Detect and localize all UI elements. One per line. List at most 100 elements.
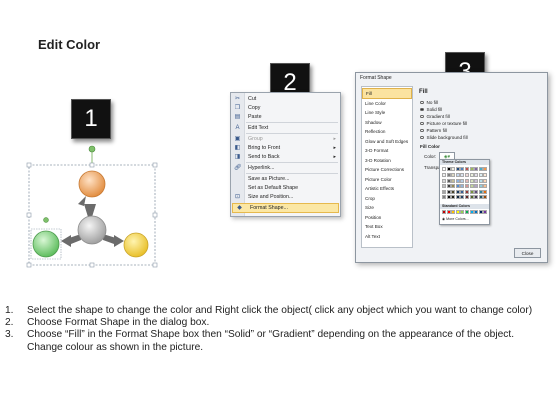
- right-circle: [123, 232, 149, 258]
- menu-item-group[interactable]: ▣ Group ▸: [231, 135, 340, 143]
- color-swatch[interactable]: [478, 178, 483, 183]
- category-fill[interactable]: Fill: [362, 88, 412, 99]
- color-swatch[interactable]: [442, 173, 446, 177]
- color-swatch[interactable]: [455, 173, 460, 177]
- theme-colors-label: Theme Colors: [440, 160, 489, 165]
- color-swatch[interactable]: [451, 178, 456, 183]
- color-swatch[interactable]: [478, 210, 483, 214]
- standard-colors-label: Standard Colors: [440, 204, 489, 209]
- color-swatch[interactable]: [465, 184, 469, 189]
- color-swatch[interactable]: [451, 210, 456, 214]
- color-swatch[interactable]: [465, 189, 469, 194]
- color-swatch[interactable]: [442, 167, 446, 171]
- color-swatch[interactable]: [469, 173, 474, 177]
- shape-diagram[interactable]: [20, 140, 165, 270]
- color-swatch[interactable]: [465, 178, 469, 183]
- color-swatch[interactable]: [474, 189, 479, 194]
- menu-item-format-shape[interactable]: ◆ Format Shape...: [232, 203, 339, 213]
- color-swatch[interactable]: [446, 178, 451, 183]
- more-colors-link[interactable]: ◉ More Colors...: [442, 217, 469, 221]
- menu-item-size-position[interactable]: ⊡ Size and Position...: [231, 193, 340, 201]
- color-swatch[interactable]: [446, 167, 451, 171]
- color-swatch[interactable]: [451, 167, 456, 171]
- color-swatch[interactable]: [460, 184, 465, 189]
- color-swatch[interactable]: [455, 210, 460, 214]
- copy-icon: ❐: [234, 105, 241, 111]
- color-swatch[interactable]: [446, 173, 451, 177]
- color-swatch[interactable]: [446, 210, 451, 214]
- color-swatch[interactable]: [442, 184, 446, 189]
- color-swatch[interactable]: [446, 189, 451, 194]
- color-swatch[interactable]: [460, 178, 465, 183]
- color-swatch[interactable]: [483, 184, 488, 189]
- color-swatch[interactable]: [446, 195, 451, 200]
- menu-item-copy[interactable]: ❐ Copy: [231, 104, 340, 112]
- close-button[interactable]: Close: [514, 248, 541, 258]
- menu-item-bring-to-front[interactable]: ◧ Bring to Front ▸: [231, 144, 340, 152]
- color-swatch[interactable]: [451, 189, 456, 194]
- color-swatch[interactable]: [483, 178, 488, 183]
- color-swatch[interactable]: [478, 189, 483, 194]
- instruction-3: 3. Choose “Fill” in the Format Shape box …: [5, 329, 515, 353]
- color-swatch[interactable]: [483, 189, 488, 194]
- color-swatch[interactable]: [442, 178, 446, 183]
- color-swatch[interactable]: [455, 195, 460, 200]
- category-alt-text[interactable]: Alt Text: [362, 232, 412, 243]
- color-swatch[interactable]: [474, 184, 479, 189]
- color-swatch[interactable]: [460, 195, 465, 200]
- color-swatch[interactable]: [465, 210, 469, 214]
- color-swatch[interactable]: [455, 189, 460, 194]
- menu-item-hyperlink[interactable]: 🔗︎ Hyperlink...: [231, 164, 340, 172]
- color-swatch[interactable]: [460, 210, 465, 214]
- color-swatch[interactable]: [469, 178, 474, 183]
- color-swatch[interactable]: [469, 184, 474, 189]
- radio-gradient-fill[interactable]: Gradient fill: [420, 114, 450, 119]
- color-swatch[interactable]: [478, 173, 483, 177]
- color-swatch[interactable]: [478, 184, 483, 189]
- color-swatch[interactable]: [442, 210, 446, 214]
- menu-item-edit-text[interactable]: A Edit Text: [231, 124, 340, 132]
- menu-item-set-default-shape[interactable]: Set as Default Shape: [231, 184, 340, 192]
- menu-item-save-as-picture[interactable]: Save as Picture...: [231, 175, 340, 183]
- radio-no-fill[interactable]: No fill: [420, 100, 438, 105]
- color-swatch[interactable]: [442, 189, 446, 194]
- radio-solid-fill[interactable]: Solid fill: [420, 107, 442, 112]
- color-swatch[interactable]: [469, 189, 474, 194]
- color-swatch[interactable]: [483, 195, 488, 200]
- color-swatch[interactable]: [442, 195, 446, 200]
- color-swatch[interactable]: [451, 184, 456, 189]
- color-swatch[interactable]: [455, 184, 460, 189]
- radio-picture-fill[interactable]: Picture or texture fill: [420, 121, 467, 126]
- color-swatch[interactable]: [451, 173, 456, 177]
- menu-item-send-to-back[interactable]: ◨ Send to Back ▸: [231, 153, 340, 161]
- color-swatch[interactable]: [474, 178, 479, 183]
- color-swatch[interactable]: [478, 167, 483, 171]
- color-swatch[interactable]: [474, 173, 479, 177]
- color-swatch[interactable]: [478, 195, 483, 200]
- color-swatch[interactable]: [483, 173, 488, 177]
- radio-pattern-fill[interactable]: Pattern fill: [420, 128, 447, 133]
- radio-slide-bg-fill[interactable]: Slide background fill: [420, 135, 468, 140]
- color-swatch[interactable]: [474, 167, 479, 171]
- color-swatch[interactable]: [465, 195, 469, 200]
- color-swatch[interactable]: [469, 167, 474, 171]
- color-swatch[interactable]: [465, 173, 469, 177]
- menu-item-paste[interactable]: ▤ Paste: [231, 113, 340, 121]
- color-swatch[interactable]: [460, 189, 465, 194]
- menu-item-cut[interactable]: ✂ Cut: [231, 95, 340, 103]
- color-swatch[interactable]: [483, 167, 488, 171]
- color-swatch[interactable]: [446, 184, 451, 189]
- color-swatch[interactable]: [460, 167, 465, 171]
- color-swatch[interactable]: [460, 173, 465, 177]
- color-swatch[interactable]: [451, 195, 456, 200]
- color-swatch[interactable]: [469, 195, 474, 200]
- color-swatch[interactable]: [474, 210, 479, 214]
- color-swatch[interactable]: [465, 167, 469, 171]
- color-swatch[interactable]: [483, 210, 488, 214]
- color-swatch[interactable]: [455, 178, 460, 183]
- color-swatch[interactable]: [474, 195, 479, 200]
- color-swatch[interactable]: [469, 210, 474, 214]
- color-swatch[interactable]: [455, 167, 460, 171]
- instruction-1: 1. Select the shape to change the color a…: [5, 305, 533, 316]
- scissors-icon: ✂: [234, 96, 241, 102]
